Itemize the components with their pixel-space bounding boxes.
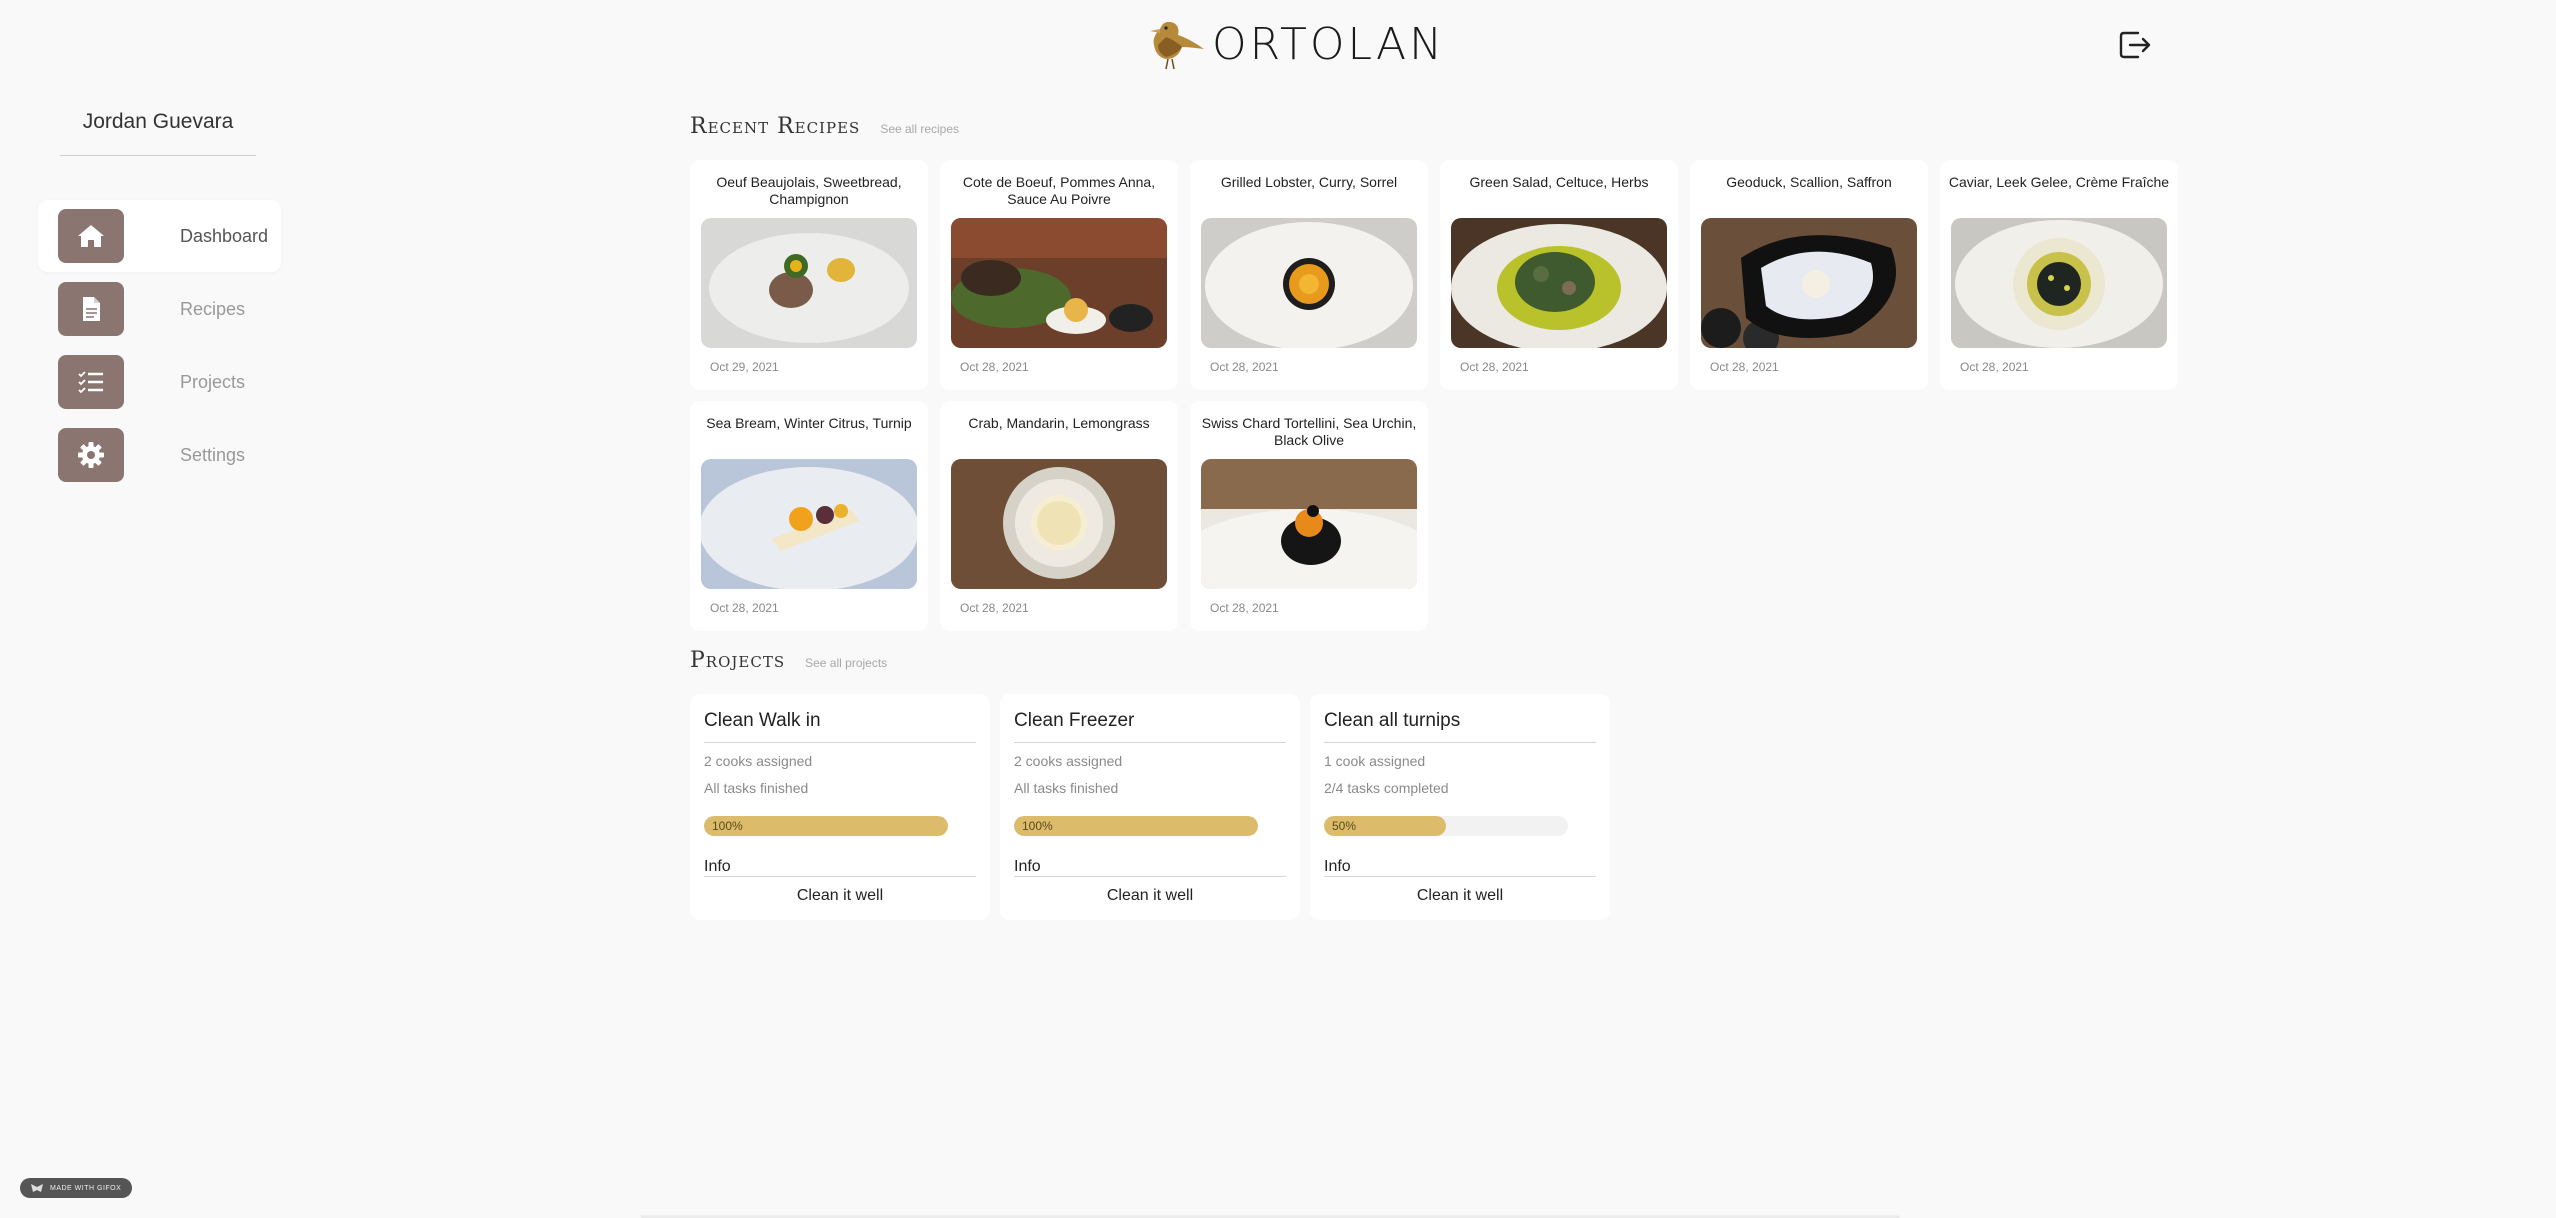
recipe-date: Oct 28, 2021 (710, 601, 779, 615)
project-assigned: 2 cooks assigned (1014, 753, 1123, 769)
recipe-title: Cote de Boeuf, Pommes Anna, Sauce Au Poi… (962, 174, 1156, 207)
bottom-edge-shadow (640, 1214, 1900, 1218)
gifox-logo-icon (31, 1184, 43, 1192)
recipe-card[interactable]: Sea Bream, Winter Citrus, Turnip Oct 28,… (690, 401, 928, 631)
progress-fill: 50% (1324, 816, 1446, 836)
project-assigned: 2 cooks assigned (704, 753, 813, 769)
progress-label: 50% (1332, 819, 1357, 833)
progress-bar: 100% (1014, 816, 1258, 836)
divider (1014, 742, 1286, 743)
user-divider (60, 155, 256, 156)
projects-section-header: Projects See all projects (690, 648, 887, 673)
recipe-date: Oct 28, 2021 (1460, 360, 1529, 374)
sidebar-item-label: Settings (180, 444, 246, 465)
brand-logo[interactable]: ORTOLAN (1146, 16, 1445, 72)
divider (1324, 876, 1596, 877)
section-title: Recent Recipes (690, 114, 861, 139)
recipe-image (951, 218, 1167, 348)
progress-bar: 100% (704, 816, 948, 836)
recipe-title: Oeuf Beaujolais, Sweetbread, Champignon (716, 174, 902, 207)
recipe-title: Sea Bream, Winter Citrus, Turnip (706, 415, 912, 431)
sidebar-item-label: Dashboard (180, 225, 269, 246)
progress-fill: 100% (704, 816, 948, 836)
checklist-icon (58, 355, 124, 409)
project-status: 2/4 tasks completed (1324, 780, 1449, 796)
project-title: Clean Freezer (1014, 710, 1135, 731)
recipe-card[interactable]: Green Salad, Celtuce, Herbs Oct 28, 2021 (1440, 160, 1678, 390)
progress-bar: 50% (1324, 816, 1568, 836)
gear-icon (58, 428, 124, 482)
project-info-label: Info (1014, 858, 1041, 875)
recipe-image (1451, 218, 1667, 348)
recipe-image (1201, 218, 1417, 348)
recipe-card[interactable]: Grilled Lobster, Curry, Sorrel Oct 28, 2… (1190, 160, 1428, 390)
recipe-card[interactable]: Geoduck, Scallion, Saffron Oct 28, 2021 (1690, 160, 1928, 390)
recipe-image (1701, 218, 1917, 348)
project-status: All tasks finished (704, 780, 809, 796)
progress-label: 100% (1022, 819, 1053, 833)
project-description: Clean it well (1106, 887, 1194, 904)
project-status: All tasks finished (1014, 780, 1119, 796)
see-all-projects-link[interactable]: See all projects (805, 656, 887, 670)
home-icon (58, 209, 124, 263)
divider (704, 876, 976, 877)
recipe-date: Oct 28, 2021 (1710, 360, 1779, 374)
document-icon (58, 282, 124, 336)
sidebar-item-label: Projects (180, 371, 246, 392)
project-assigned: 1 cook assigned (1324, 753, 1426, 769)
recipe-date: Oct 28, 2021 (1210, 601, 1279, 615)
brand-name: ORTOLAN (1212, 18, 1446, 70)
recipe-date: Oct 28, 2021 (960, 360, 1029, 374)
recipe-card[interactable]: Cote de Boeuf, Pommes Anna, Sauce Au Poi… (940, 160, 1178, 390)
recipe-title: Grilled Lobster, Curry, Sorrel (1220, 174, 1398, 190)
progress-fill: 100% (1014, 816, 1258, 836)
recipe-card[interactable]: Crab, Mandarin, Lemongrass Oct 28, 2021 (940, 401, 1178, 631)
recipe-date: Oct 28, 2021 (1960, 360, 2029, 374)
recipe-date: Oct 28, 2021 (960, 601, 1029, 615)
made-with-gifox-badge[interactable]: MADE WITH GIFOX (20, 1178, 132, 1198)
progress-label: 100% (712, 819, 743, 833)
recipe-card[interactable]: Swiss Chard Tortellini, Sea Urchin, Blac… (1190, 401, 1428, 631)
user-name: Jordan Guevara (82, 110, 234, 133)
badge-text: MADE WITH GIFOX (50, 1184, 122, 1192)
project-title: Clean all turnips (1324, 710, 1461, 731)
recipe-image (701, 459, 917, 589)
recipe-title: Swiss Chard Tortellini, Sea Urchin, Blac… (1201, 415, 1417, 448)
project-card[interactable]: Clean Walk in 2 cooks assigned All tasks… (690, 694, 990, 920)
project-card[interactable]: Clean all turnips 1 cook assigned 2/4 ta… (1310, 694, 1610, 920)
recipe-date: Oct 29, 2021 (710, 360, 779, 374)
recipe-date: Oct 28, 2021 (1210, 360, 1279, 374)
sidebar-item-recipes[interactable]: Recipes (38, 273, 281, 345)
recipe-image (951, 459, 1167, 589)
recipe-title: Caviar, Leek Gelee, Crème Fraîche (1948, 174, 2170, 190)
recipe-title: Geoduck, Scallion, Saffron (1726, 174, 1892, 190)
divider (1324, 742, 1596, 743)
project-info-label: Info (1324, 858, 1351, 875)
sidebar-item-label: Recipes (180, 298, 246, 319)
project-info-label: Info (704, 858, 731, 875)
project-description: Clean it well (796, 887, 884, 904)
bird-logo-icon (1150, 21, 1204, 70)
recipe-title: Crab, Mandarin, Lemongrass (968, 415, 1150, 431)
section-title: Projects (690, 648, 786, 673)
project-title: Clean Walk in (704, 710, 821, 731)
logout-icon[interactable] (2118, 29, 2152, 61)
recipe-image (1951, 218, 2167, 348)
divider (1014, 876, 1286, 877)
sidebar-item-dashboard[interactable]: Dashboard (38, 200, 281, 272)
recipe-card[interactable]: Oeuf Beaujolais, Sweetbread, Champignon … (690, 160, 928, 390)
recipe-image (701, 218, 917, 348)
sidebar-item-projects[interactable]: Projects (38, 346, 281, 418)
recipes-section-header: Recent Recipes See all recipes (690, 114, 959, 139)
see-all-recipes-link[interactable]: See all recipes (880, 122, 959, 136)
recipe-image (1201, 459, 1417, 589)
sidebar-item-settings[interactable]: Settings (38, 419, 281, 491)
project-description: Clean it well (1416, 887, 1504, 904)
recipe-title: Green Salad, Celtuce, Herbs (1469, 174, 1649, 190)
project-card[interactable]: Clean Freezer 2 cooks assigned All tasks… (1000, 694, 1300, 920)
divider (704, 742, 976, 743)
recipe-card[interactable]: Caviar, Leek Gelee, Crème Fraîche Oct 28… (1940, 160, 2178, 390)
